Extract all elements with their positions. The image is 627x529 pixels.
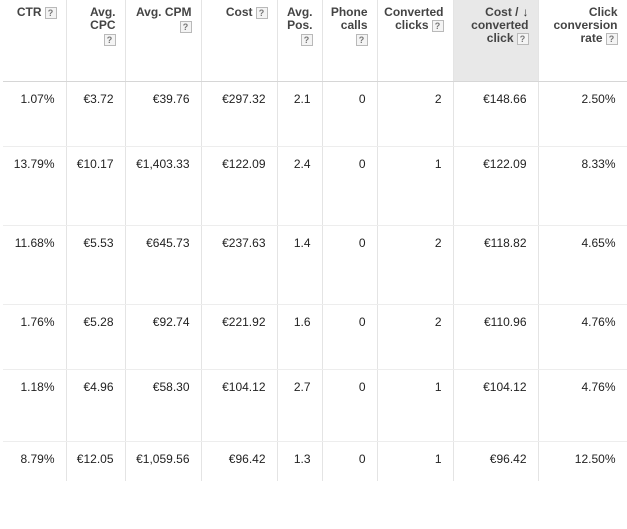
cell-converted-clicks: 2 [377,225,454,305]
column-header-label: clicks [395,18,429,32]
cell-converted-clicks: 1 [377,369,454,442]
column-header-label: Pos. [287,18,313,32]
column-header-label: Converted [384,5,444,19]
cell-cost-per-converted-click: €118.82 [453,225,539,305]
stats-table: CTR? Avg. CPC ? Avg. CPM ? Cost? Avg. Po… [3,0,627,481]
cell-click-conversion-rate: 4.76% [538,369,627,442]
help-icon[interactable]: ? [431,19,444,32]
table-row: 11.68% €5.53 €645.73 €237.63 1.4 0 2 €11… [3,225,627,305]
cell-converted-clicks: 1 [377,146,454,226]
cell-cost: €96.42 [201,441,278,481]
cell-converted-clicks: 2 [377,304,454,370]
column-header-label: Cost / [485,5,519,19]
column-header-avg-pos[interactable]: Avg. Pos. ? [277,0,323,82]
cell-click-conversion-rate: 2.50% [538,81,627,147]
help-icon[interactable]: ? [44,6,57,19]
cell-converted-clicks: 2 [377,81,454,147]
cell-ctr: 11.68% [3,225,67,305]
help-icon[interactable]: ? [300,34,313,46]
cell-avg-cpc: €12.05 [66,441,126,481]
cell-avg-pos: 1.6 [277,304,323,370]
cell-avg-cpm: €39.76 [125,81,202,147]
column-header-cost-per-converted-click[interactable]: Cost / ↓ converted click? [453,0,539,82]
cell-avg-cpc: €10.17 [66,146,126,226]
cell-cost-per-converted-click: €104.12 [453,369,539,442]
cell-phone-calls: 0 [322,304,378,370]
column-header-label: Click [588,5,618,19]
column-header-click-conversion-rate[interactable]: Click conversion rate? [538,0,627,82]
cell-click-conversion-rate: 12.50% [538,441,627,481]
cell-click-conversion-rate: 4.65% [538,225,627,305]
cell-avg-cpm: €1,059.56 [125,441,202,481]
column-header-label: Cost [225,5,253,19]
cell-cost-per-converted-click: €96.42 [453,441,539,481]
cell-phone-calls: 0 [322,369,378,442]
column-header-label: calls [340,18,368,32]
help-icon[interactable]: ? [103,34,116,46]
cell-avg-cpm: €92.74 [125,304,202,370]
column-header-phone-calls[interactable]: Phone calls ? [322,0,378,82]
cell-avg-pos: 2.1 [277,81,323,147]
column-header-label: click [486,31,514,45]
header-row: CTR? Avg. CPC ? Avg. CPM ? Cost? Avg. Po… [3,0,627,82]
column-header-cost[interactable]: Cost? [201,0,278,82]
cell-ctr: 1.76% [3,304,67,370]
cell-cost: €237.63 [201,225,278,305]
column-header-avg-cpm[interactable]: Avg. CPM ? [125,0,202,82]
table-bottom-area [3,497,627,529]
cell-avg-cpm: €1,403.33 [125,146,202,226]
help-icon[interactable]: ? [179,21,192,33]
column-header-converted-clicks[interactable]: Converted clicks? [377,0,454,82]
column-header-label: conversion [553,18,618,32]
cell-avg-pos: 2.4 [277,146,323,226]
column-header-label: CTR [16,5,42,19]
cell-phone-calls: 0 [322,441,378,481]
help-icon[interactable]: ? [516,32,529,45]
cell-avg-cpc: €5.28 [66,304,126,370]
table-row: 1.76% €5.28 €92.74 €221.92 1.6 0 2 €110.… [3,304,627,370]
column-header-label: Avg. [89,5,116,19]
cell-phone-calls: 0 [322,146,378,226]
cell-ctr: 13.79% [3,146,67,226]
table-row: 13.79% €10.17 €1,403.33 €122.09 2.4 0 1 … [3,146,627,226]
cell-cost: €221.92 [201,304,278,370]
cell-cost: €104.12 [201,369,278,442]
column-header-label: Avg. [286,5,313,19]
table-row: 1.07% €3.72 €39.76 €297.32 2.1 0 2 €148.… [3,81,627,147]
column-header-ctr[interactable]: CTR? [3,0,67,82]
column-header-label: CPC [90,18,116,32]
cell-click-conversion-rate: 8.33% [538,146,627,226]
cell-cost-per-converted-click: €122.09 [453,146,539,226]
cell-cost-per-converted-click: €148.66 [453,81,539,147]
help-icon[interactable]: ? [355,34,368,46]
cell-phone-calls: 0 [322,81,378,147]
cell-avg-pos: 1.4 [277,225,323,305]
cell-avg-cpc: €3.72 [66,81,126,147]
cell-avg-pos: 1.3 [277,441,323,481]
column-header-label: Phone [330,5,368,19]
cell-ctr: 8.79% [3,441,67,481]
cell-click-conversion-rate: 4.76% [538,304,627,370]
cell-cost: €122.09 [201,146,278,226]
cell-ctr: 1.18% [3,369,67,442]
cell-avg-pos: 2.7 [277,369,323,442]
cell-phone-calls: 0 [322,225,378,305]
column-header-label: rate [580,31,603,45]
cell-avg-cpc: €4.96 [66,369,126,442]
column-header-label: converted [471,18,529,32]
cell-cost: €297.32 [201,81,278,147]
cell-ctr: 1.07% [3,81,67,147]
help-icon[interactable]: ? [255,6,268,19]
column-header-label: Avg. CPM [135,5,192,19]
column-header-avg-cpc[interactable]: Avg. CPC ? [66,0,126,82]
cell-avg-cpc: €5.53 [66,225,126,305]
table-row: 1.18% €4.96 €58.30 €104.12 2.7 0 1 €104.… [3,369,627,442]
help-icon[interactable]: ? [605,32,618,45]
cell-cost-per-converted-click: €110.96 [453,304,539,370]
table-row: 8.79% €12.05 €1,059.56 €96.42 1.3 0 1 €9… [3,441,627,481]
cell-converted-clicks: 1 [377,441,454,481]
cell-avg-cpm: €645.73 [125,225,202,305]
cell-avg-cpm: €58.30 [125,369,202,442]
